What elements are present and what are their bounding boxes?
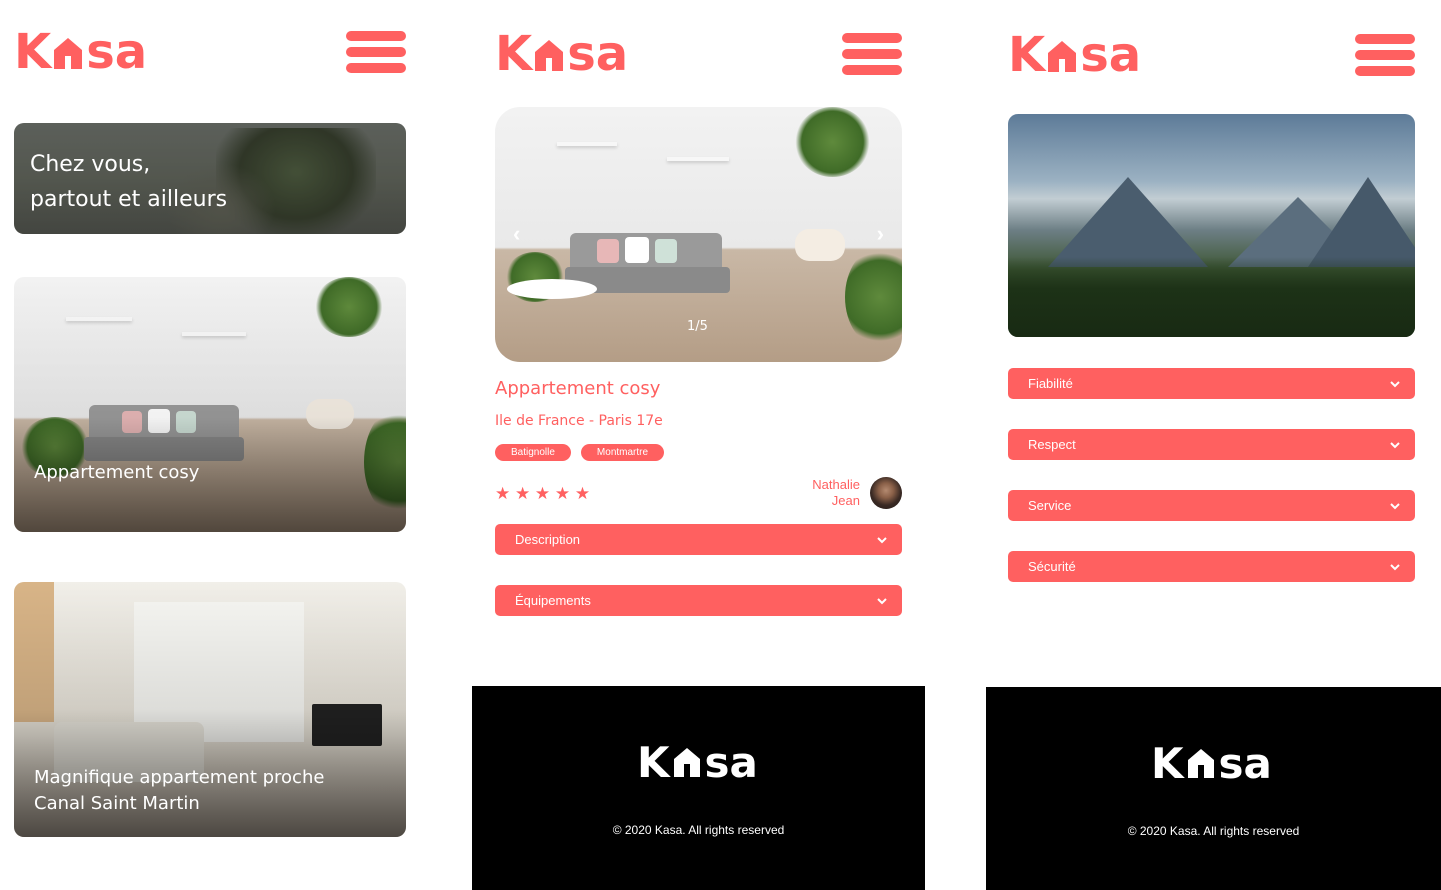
kasa-logo: K sa [637, 738, 758, 784]
house-icon [53, 30, 83, 70]
collapse-service[interactable]: Service [1008, 490, 1415, 521]
house-icon [1047, 33, 1077, 73]
chevron-down-icon [1390, 502, 1400, 509]
chevron-down-icon [877, 597, 887, 604]
kasa-logo[interactable]: K sa [495, 30, 628, 78]
chevron-left-icon[interactable]: ‹ [513, 221, 520, 247]
host-info: Nathalie Jean [812, 477, 902, 509]
logo-letters: sa [567, 26, 629, 82]
logo-letter: K [495, 26, 533, 82]
hamburger-icon[interactable] [842, 33, 902, 75]
collapse-label: Respect [1028, 437, 1076, 452]
logo-letter: K [14, 24, 52, 80]
tag-list: Batignolle Montmartre [495, 444, 665, 461]
tag: Batignolle [495, 444, 571, 461]
host-first-name: Nathalie [812, 477, 860, 492]
collapse-label: Équipements [515, 593, 591, 608]
kasa-logo[interactable]: K sa [1008, 31, 1141, 79]
card-title: Magnifique appartement proche Canal Sain… [34, 767, 325, 814]
chevron-down-icon [1390, 563, 1400, 570]
about-banner [1008, 114, 1415, 337]
banner-heading: Chez vous, partout et ailleurs [30, 147, 227, 217]
house-icon [534, 32, 564, 72]
logo-letters: sa [1218, 739, 1272, 788]
detail-screen: K sa ‹ › 1/5 Appartement cosy Ile de Fra… [472, 0, 926, 890]
hamburger-icon[interactable] [1355, 34, 1415, 76]
banner-line-2: partout et ailleurs [30, 187, 228, 212]
banner-line-1: Chez vous, [30, 152, 151, 177]
logo-letters: sa [1080, 27, 1142, 83]
chevron-down-icon [1390, 380, 1400, 387]
collapse-label: Service [1028, 498, 1072, 513]
house-icon [1186, 739, 1216, 779]
copyright-text: © 2020 Kasa. All rights reserved [1127, 824, 1300, 838]
collapse-label: Sécurité [1028, 559, 1076, 574]
rating-stars: ★ ★ ★ ★ ★ [495, 484, 591, 503]
kasa-logo[interactable]: K sa [14, 28, 147, 76]
logo-letter: K [1151, 739, 1184, 788]
collapse-respect[interactable]: Respect [1008, 429, 1415, 460]
footer: K sa © 2020 Kasa. All rights reserved [472, 686, 925, 890]
logo-letter: K [1008, 27, 1046, 83]
collapse-label: Fiabilité [1028, 376, 1073, 391]
collapse-description[interactable]: Description [495, 524, 902, 555]
about-screen: K sa Fiabilité Respect Service Sécurité … [986, 0, 1441, 890]
slide-counter: 1/5 [687, 319, 708, 334]
collapse-fiabilite[interactable]: Fiabilité [1008, 368, 1415, 399]
collapse-securite[interactable]: Sécurité [1008, 551, 1415, 582]
kasa-logo: K sa [1151, 739, 1272, 785]
logo-letters: sa [704, 738, 758, 787]
property-card[interactable]: Appartement cosy [14, 277, 406, 532]
home-banner: Chez vous, partout et ailleurs [14, 123, 406, 234]
chevron-down-icon [877, 536, 887, 543]
chevron-down-icon [1390, 441, 1400, 448]
home-screen: K sa Chez vous, partout et ailleurs Appa… [0, 0, 420, 890]
logo-letter: K [637, 738, 670, 787]
image-carousel[interactable]: ‹ › 1/5 [495, 107, 902, 362]
collapse-label: Description [515, 532, 581, 547]
copyright-text: © 2020 Kasa. All rights reserved [612, 823, 785, 837]
host-last-name: Jean [831, 493, 860, 508]
card-title: Appartement cosy [34, 462, 200, 483]
hamburger-icon[interactable] [346, 31, 406, 73]
chevron-right-icon[interactable]: › [877, 221, 884, 247]
avatar [870, 477, 902, 509]
property-title: Appartement cosy [495, 378, 661, 399]
house-icon [672, 738, 702, 778]
footer: K sa © 2020 Kasa. All rights reserved [986, 687, 1441, 890]
tag: Montmartre [580, 444, 665, 461]
property-location: Ile de France - Paris 17e [495, 413, 663, 429]
collapse-equipements[interactable]: Équipements [495, 585, 902, 616]
logo-letters: sa [86, 24, 148, 80]
property-card[interactable]: Magnifique appartement proche Canal Sain… [14, 582, 406, 837]
